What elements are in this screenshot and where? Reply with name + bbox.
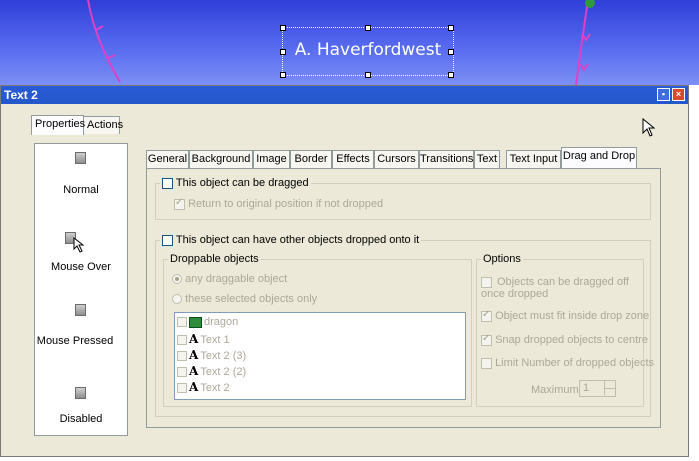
drag-off-label: Objects can be dragged off once dropped bbox=[481, 276, 629, 300]
disabled-state-icon[interactable] bbox=[75, 387, 86, 399]
dialog-title: Text 2 bbox=[4, 88, 38, 102]
state-label-disabled: Disabled bbox=[59, 413, 103, 425]
list-item[interactable]: dragon bbox=[177, 316, 238, 330]
limit-checkbox[interactable] bbox=[481, 357, 492, 369]
tab-border[interactable]: Border bbox=[290, 150, 332, 168]
tab-background[interactable]: Background bbox=[189, 150, 253, 168]
return-checkbox[interactable] bbox=[174, 197, 185, 210]
droppable-objects-list[interactable]: dragon A Text 1 A Text 2 (3) A Text 2 (2) A… bbox=[174, 312, 466, 400]
any-object-label: any draggable object bbox=[185, 273, 288, 285]
selected-objects-option: these selected objects only bbox=[172, 293, 317, 305]
tab-actions[interactable]: Actions bbox=[83, 116, 123, 134]
mouse-pressed-state-icon[interactable] bbox=[75, 304, 86, 316]
dialog-titlebar[interactable]: Text 2 ▪ × bbox=[1, 86, 688, 104]
can-be-dragged-checkbox[interactable] bbox=[162, 177, 173, 189]
limit-option: Limit Number of dropped objects bbox=[481, 357, 654, 369]
minimize-icon[interactable]: ▪ bbox=[657, 88, 670, 101]
list-item-label: dragon bbox=[204, 316, 239, 328]
button-states-panel: Normal Mouse Over Mouse Pressed Disabled bbox=[34, 143, 128, 436]
maximum-value[interactable]: 1 bbox=[583, 382, 589, 394]
list-item-checkbox[interactable] bbox=[177, 383, 187, 394]
tab-text[interactable]: Text bbox=[474, 150, 500, 168]
tab-transitions[interactable]: Transitions bbox=[419, 150, 474, 168]
fit-checkbox[interactable] bbox=[481, 309, 492, 322]
tab-general[interactable]: General bbox=[146, 150, 189, 168]
text-object-icon: A bbox=[189, 332, 199, 346]
list-item-label: Text 2 (3) bbox=[200, 350, 247, 362]
text-object-icon: A bbox=[189, 380, 199, 394]
canvas-text-object[interactable]: A. Haverfordwest bbox=[283, 40, 453, 60]
list-item-label: Text 1 bbox=[200, 334, 230, 346]
list-item-checkbox[interactable] bbox=[177, 335, 187, 346]
cursor-icon bbox=[73, 237, 85, 253]
list-item-label: Text 2 (2) bbox=[200, 366, 247, 378]
text-object-selection[interactable]: A. Haverfordwest bbox=[280, 25, 454, 78]
any-object-radio[interactable] bbox=[172, 274, 182, 285]
tab-image[interactable]: Image bbox=[253, 150, 290, 168]
selected-objects-label: these selected objects only bbox=[185, 293, 318, 305]
limit-label: Limit Number of dropped objects bbox=[495, 357, 655, 369]
text-object-icon: A bbox=[189, 348, 199, 362]
maximum-stepper[interactable]: 1 bbox=[579, 380, 616, 397]
maximum-label: Maximum bbox=[531, 384, 579, 396]
can-be-dragged-label: This object can be dragged bbox=[175, 177, 309, 189]
state-label-mouse-pressed: Mouse Pressed bbox=[36, 335, 114, 347]
snap-option: Snap dropped objects to centre bbox=[481, 333, 648, 346]
drag-group-legend: This object can be dragged bbox=[160, 177, 311, 189]
list-item[interactable]: A Text 2 bbox=[177, 380, 230, 394]
drag-off-checkbox[interactable] bbox=[481, 277, 492, 288]
spin-down-icon[interactable] bbox=[604, 388, 615, 395]
drag-off-option: Objects can be dragged off once dropped bbox=[481, 276, 631, 300]
list-item-checkbox[interactable] bbox=[177, 351, 187, 362]
design-canvas[interactable]: A. Haverfordwest bbox=[0, 0, 699, 85]
tab-properties[interactable]: Properties bbox=[31, 115, 85, 135]
snap-label: Snap dropped objects to centre bbox=[495, 334, 648, 346]
options-legend: Options bbox=[481, 253, 523, 265]
any-object-option: any draggable object bbox=[172, 273, 287, 285]
drop-group-legend: This object can have other objects dropp… bbox=[160, 234, 422, 246]
fit-label: Object must fit inside drop zone bbox=[495, 310, 650, 322]
can-have-dropped-label: This object can have other objects dropp… bbox=[175, 234, 420, 246]
list-item-label: Text 2 bbox=[200, 382, 230, 394]
return-option: Return to original position if not dropp… bbox=[174, 197, 384, 210]
tab-effects[interactable]: Effects bbox=[332, 150, 374, 168]
can-have-dropped-checkbox[interactable] bbox=[162, 234, 173, 246]
list-item[interactable]: A Text 2 (3) bbox=[177, 348, 246, 362]
state-label-mouse-over: Mouse Over bbox=[51, 261, 111, 273]
droppable-objects-legend: Droppable objects bbox=[168, 253, 261, 265]
options-group: Options Objects can be dragged off once … bbox=[476, 253, 654, 407]
tab-text-input[interactable]: Text Input bbox=[506, 150, 561, 168]
close-icon[interactable]: × bbox=[672, 88, 685, 101]
tab-cursors[interactable]: Cursors bbox=[374, 150, 419, 168]
state-label-normal: Normal bbox=[63, 184, 99, 196]
list-item-checkbox[interactable] bbox=[177, 317, 187, 328]
list-item[interactable]: A Text 1 bbox=[177, 332, 230, 346]
snap-checkbox[interactable] bbox=[481, 333, 492, 346]
spin-up-icon[interactable] bbox=[604, 381, 615, 388]
list-item-checkbox[interactable] bbox=[177, 367, 187, 378]
picture-icon bbox=[189, 316, 202, 328]
selected-objects-radio[interactable] bbox=[172, 294, 182, 305]
fit-option: Object must fit inside drop zone bbox=[481, 309, 650, 322]
tab-drag-and-drop[interactable]: Drag and Drop bbox=[561, 147, 637, 168]
return-label: Return to original position if not dropp… bbox=[188, 198, 384, 210]
text-object-icon: A bbox=[189, 364, 199, 378]
normal-state-icon[interactable] bbox=[75, 152, 86, 164]
mouse-pointer-icon bbox=[642, 118, 656, 137]
drag-group: This object can be dragged Return to ori… bbox=[155, 177, 651, 220]
list-item[interactable]: A Text 2 (2) bbox=[177, 364, 246, 378]
